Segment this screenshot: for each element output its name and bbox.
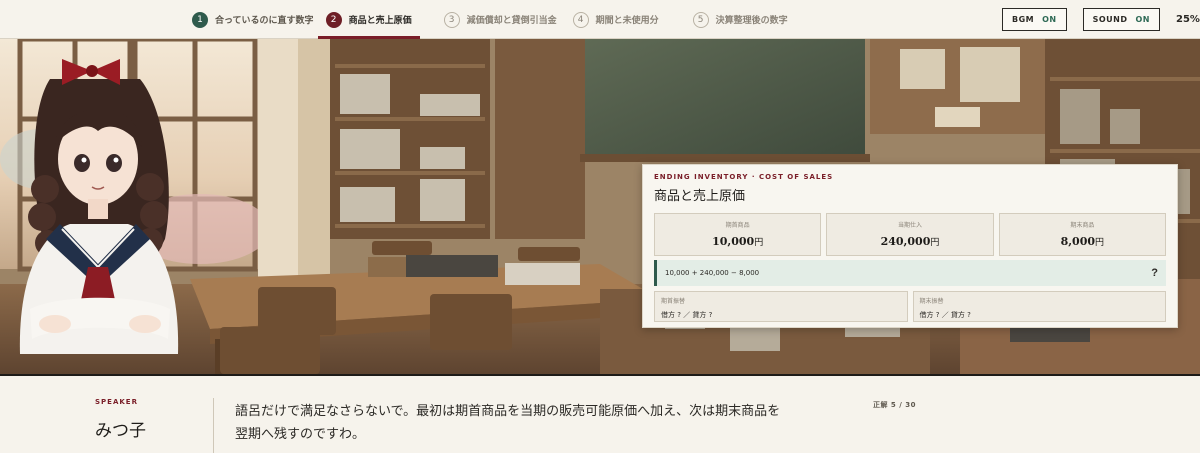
- top-bar: 1 合っているのに直す数字 2 商品と売上原価 3 減価償却と貸倒引当金 4 期…: [0, 0, 1200, 39]
- classroom-scene: ENDING INVENTORY · COST OF SALES 商品と売上原価…: [0, 39, 1200, 374]
- step-number: 3: [443, 11, 460, 28]
- bgm-label: BGM: [1011, 15, 1035, 24]
- step-label: 期間と未使用分: [595, 16, 659, 26]
- step-number: 2: [325, 11, 342, 28]
- audio-controls: BGM ON SOUND ON 25%: [986, 0, 1200, 39]
- figure-value: 240,000円: [827, 235, 992, 248]
- step-4[interactable]: 4 期間と未使用分: [572, 0, 667, 39]
- entry-opening-transfer[interactable]: 期首振替 借方 ? ／ 貸方 ?: [654, 291, 908, 322]
- figure-value: 10,000円: [655, 235, 820, 248]
- step-label: 決算整理後の数字: [715, 16, 788, 26]
- step-label: 商品と売上原価: [348, 16, 412, 26]
- entry-value: 借方 ? ／ 貸方 ?: [661, 311, 713, 319]
- formula-text: 10,000 + 240,000 − 8,000: [665, 269, 760, 277]
- step-2[interactable]: 2 商品と売上原価: [317, 0, 420, 39]
- figure-amount: 240,000: [880, 235, 931, 248]
- step-navigation: 1 合っているのに直す数字 2 商品と売上原価 3 減価償却と貸倒引当金 4 期…: [192, 0, 796, 39]
- figure-amount: 10,000: [712, 235, 755, 248]
- figures-row: 期首商品 10,000円 当期仕入 240,000円 期末商品 8,000円: [654, 213, 1166, 256]
- figure-unit: 円: [930, 238, 940, 248]
- entry-value: 借方 ? ／ 貸方 ?: [919, 311, 971, 319]
- dialogue-line-2: 翌期へ残すのですわ。: [235, 427, 366, 442]
- card-eyebrow: ENDING INVENTORY · COST OF SALES: [654, 173, 834, 181]
- figure-label: 当期仕入: [897, 222, 922, 229]
- figure-value: 8,000円: [1000, 235, 1165, 248]
- figure-unit: 円: [754, 238, 764, 248]
- step-1[interactable]: 1 合っているのに直す数字: [192, 0, 322, 39]
- dialogue-line-1: 語呂だけで満足なさらないで。最初は期首商品を当期の販売可能原価へ加え、次は期末商…: [235, 404, 781, 419]
- entry-label: 期末振替: [919, 298, 944, 305]
- figure-unit: 円: [1095, 238, 1105, 248]
- entry-label: 期首振替: [661, 298, 686, 305]
- step-number: 5: [692, 11, 709, 28]
- formula-bar[interactable]: 10,000 + 240,000 − 8,000 ?: [654, 260, 1166, 286]
- speaker-name: みつ子: [95, 421, 146, 441]
- speaker-eyebrow: SPEAKER: [95, 398, 138, 406]
- dialogue-divider: [213, 398, 214, 453]
- step-label: 減価償却と貸倒引当金: [466, 16, 557, 26]
- bgm-state: ON: [1042, 15, 1057, 24]
- bgm-toggle[interactable]: BGM ON: [1001, 8, 1067, 31]
- sound-toggle[interactable]: SOUND ON: [1082, 8, 1160, 31]
- dialogue-text: 語呂だけで満足なさらないで。最初は期首商品を当期の販売可能原価へ加え、次は期末商…: [235, 400, 805, 446]
- inventory-card: ENDING INVENTORY · COST OF SALES 商品と売上原価…: [642, 164, 1178, 328]
- step-5[interactable]: 5 決算整理後の数字: [692, 0, 796, 39]
- figure-label: 期末商品: [1070, 222, 1095, 229]
- figure-purchases: 当期仕入 240,000円: [826, 213, 994, 256]
- figure-ending-inventory: 期末商品 8,000円: [998, 213, 1166, 256]
- sound-label: SOUND: [1092, 15, 1128, 24]
- step-number: 4: [572, 11, 589, 28]
- progress-percent: 25%: [1176, 14, 1200, 25]
- entry-closing-transfer[interactable]: 期末振替 借方 ? ／ 貸方 ?: [912, 291, 1166, 322]
- step-number: 1: [192, 11, 208, 28]
- score-counter: 正解 5 / 30: [873, 401, 916, 409]
- journal-entries: 期首振替 借方 ? ／ 貸方 ? 期末振替 借方 ? ／ 貸方 ?: [654, 291, 1166, 322]
- character-mitsuko: [19, 59, 179, 354]
- figure-label: 期首商品: [725, 222, 750, 229]
- figure-opening-inventory: 期首商品 10,000円: [654, 213, 822, 256]
- sound-state: ON: [1135, 15, 1150, 24]
- step-3[interactable]: 3 減価償却と貸倒引当金: [443, 0, 565, 39]
- step-label: 合っているのに直す数字: [215, 16, 314, 26]
- card-title: 商品と売上原価: [654, 189, 746, 204]
- dialogue-box[interactable]: SPEAKER みつ子 語呂だけで満足なさらないで。最初は期首商品を当期の販売可…: [0, 374, 1200, 453]
- formula-result[interactable]: ?: [1151, 267, 1158, 279]
- figure-amount: 8,000: [1060, 235, 1096, 248]
